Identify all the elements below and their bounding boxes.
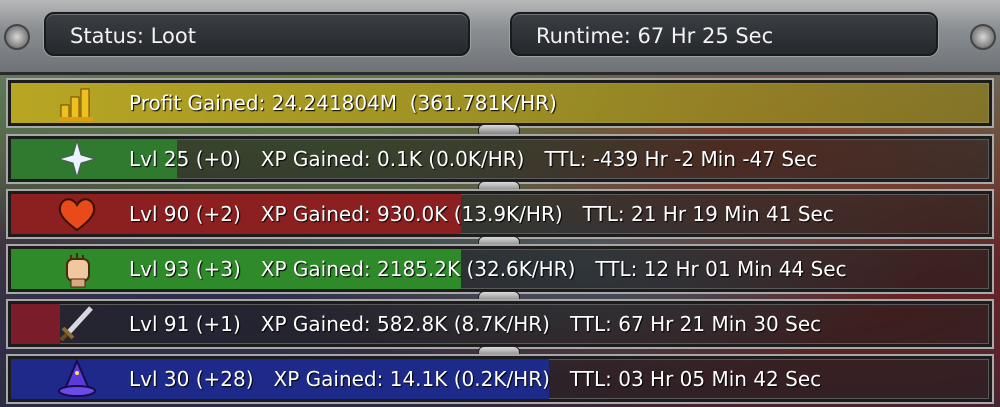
ornament-icon bbox=[4, 24, 30, 50]
skill-progress-bar bbox=[11, 304, 60, 344]
sword-icon bbox=[55, 304, 99, 344]
heart-icon bbox=[55, 194, 99, 234]
time-to-level: TTL: 21 Hr 19 Min 41 Sec bbox=[582, 202, 834, 226]
skill-row: Lvl 93 (+3) XP Gained: 2185.2K (32.6K/HR)… bbox=[0, 244, 1000, 294]
skill-text: Lvl 25 (+0) XP Gained: 0.1K (0.0K/HR) TTL:… bbox=[129, 139, 837, 179]
skill-level: Lvl 91 (+1) bbox=[129, 312, 241, 336]
xp-gained: XP Gained: 930.0K (13.9K/HR) bbox=[260, 202, 563, 226]
sparkle-icon bbox=[55, 139, 99, 179]
skill-row: Lvl 30 (+28) XP Gained: 14.1K (0.2K/HR) TT… bbox=[0, 354, 1000, 404]
fist-icon bbox=[55, 249, 99, 289]
status-label: Status: Loot bbox=[44, 12, 470, 56]
status-header: Status: Loot Runtime: 67 Hr 25 Sec bbox=[0, 0, 1000, 75]
skill-row: Lvl 25 (+0) XP Gained: 0.1K (0.0K/HR) TTL:… bbox=[0, 134, 1000, 184]
skill-row: Lvl 90 (+2) XP Gained: 930.0K (13.9K/HR) T… bbox=[0, 189, 1000, 239]
skill-level: Lvl 30 (+28) bbox=[129, 367, 254, 391]
profit-text: Profit Gained: 24.241804M (361.781K/HR) bbox=[129, 91, 557, 115]
profit-row: Profit Gained: 24.241804M (361.781K/HR) bbox=[0, 78, 1000, 128]
ornament-icon bbox=[970, 24, 996, 50]
gold-coins-icon bbox=[55, 83, 99, 123]
xp-gained: XP Gained: 2185.2K (32.6K/HR) bbox=[260, 257, 576, 281]
wizard-hat-icon bbox=[55, 359, 99, 399]
skill-text: Lvl 90 (+2) XP Gained: 930.0K (13.9K/HR) T… bbox=[129, 194, 854, 234]
skill-text: Lvl 91 (+1) XP Gained: 582.8K (8.7K/HR) TT… bbox=[129, 304, 841, 344]
skill-text: Lvl 93 (+3) XP Gained: 2185.2K (32.6K/HR)… bbox=[129, 249, 867, 289]
skill-level: Lvl 90 (+2) bbox=[129, 202, 241, 226]
xp-gained: XP Gained: 0.1K (0.0K/HR) bbox=[260, 147, 525, 171]
runtime-label: Runtime: 67 Hr 25 Sec bbox=[510, 12, 938, 56]
time-to-level: TTL: 03 Hr 05 Min 42 Sec bbox=[569, 367, 822, 391]
xp-gained: XP Gained: 582.8K (8.7K/HR) bbox=[260, 312, 550, 336]
skill-text: Lvl 30 (+28) XP Gained: 14.1K (0.2K/HR) TT… bbox=[129, 359, 841, 399]
time-to-level: TTL: -439 Hr -2 Min -47 Sec bbox=[544, 147, 818, 171]
skill-level: Lvl 93 (+3) bbox=[129, 257, 241, 281]
skill-row: Lvl 91 (+1) XP Gained: 582.8K (8.7K/HR) TT… bbox=[0, 299, 1000, 349]
time-to-level: TTL: 12 Hr 01 Min 44 Sec bbox=[595, 257, 847, 281]
time-to-level: TTL: 67 Hr 21 Min 30 Sec bbox=[569, 312, 822, 336]
xp-gained: XP Gained: 14.1K (0.2K/HR) bbox=[273, 367, 550, 391]
skill-level: Lvl 25 (+0) bbox=[129, 147, 241, 171]
